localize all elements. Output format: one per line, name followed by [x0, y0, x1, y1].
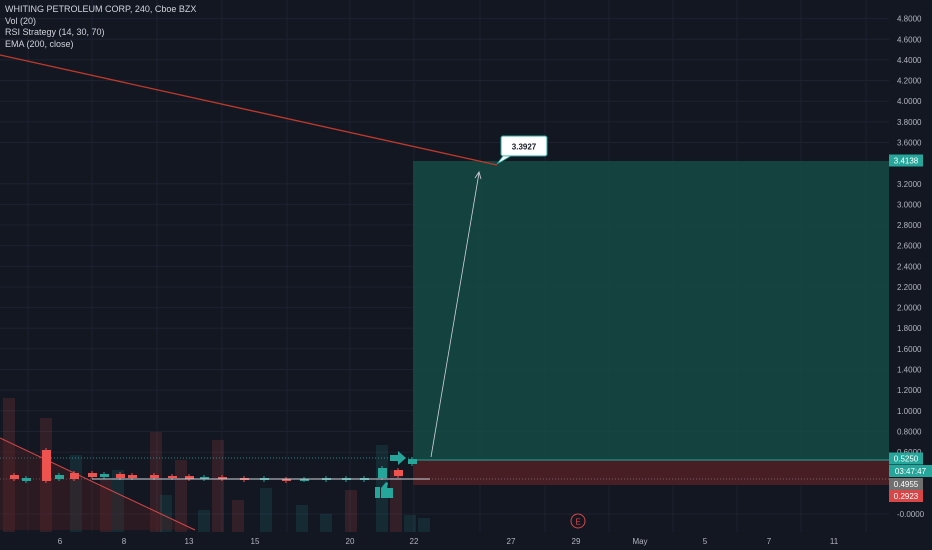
target-price-tag: 3.4138 [889, 154, 923, 167]
countdown-tag: 03:47:47 [889, 465, 932, 477]
price-callout[interactable]: 3.3927 [496, 135, 548, 165]
price-axis-label: 2.6000 [897, 242, 922, 251]
candle [394, 470, 403, 476]
candle [88, 473, 97, 477]
candle [378, 468, 387, 478]
chart-legend: WHITING PETROLEUM CORP, 240, Cboe BZX Vo… [5, 4, 196, 50]
time-axis-label: 22 [410, 537, 419, 546]
volume-bar [212, 440, 224, 532]
arrow-right-icon[interactable] [390, 451, 406, 465]
volume-bar [345, 490, 357, 532]
price-axis-label: 4.0000 [897, 97, 922, 106]
callout-text: 3.3927 [512, 143, 537, 152]
candle [128, 475, 137, 478]
stop-price-tag: 0.2923 [889, 490, 923, 502]
candle [150, 475, 159, 478]
price-axis-label: 2.0000 [897, 304, 922, 313]
time-axis-label: 8 [122, 537, 127, 546]
volume-bar [232, 500, 244, 532]
candle [168, 476, 177, 478]
time-axis[interactable]: 6 8 13 15 20 22 27 29 May 5 7 11 [58, 537, 839, 546]
last-price-tag: 0.4955 [889, 478, 923, 490]
price-axis-label: 4.6000 [897, 35, 922, 44]
price-axis-label: 3.2000 [897, 180, 922, 189]
ema-line[interactable] [0, 54, 498, 166]
price-axis-label: 4.2000 [897, 77, 922, 86]
ema-indicator-label[interactable]: EMA (200, close) [5, 39, 196, 51]
candle [70, 473, 79, 479]
time-axis-label: 29 [572, 537, 581, 546]
time-axis-label: 15 [251, 537, 260, 546]
price-axis-label: -0.0000 [897, 510, 925, 519]
price-axis[interactable]: 4.8000 4.6000 4.4000 4.2000 4.0000 3.8000 3.60… [897, 15, 925, 519]
svg-text:0.4955: 0.4955 [894, 480, 919, 489]
svg-text:3.4138: 3.4138 [894, 157, 919, 166]
time-axis-label: 7 [767, 537, 772, 546]
volume-bar [260, 488, 272, 532]
price-axis-label: 0.8000 [897, 427, 922, 436]
chart-canvas[interactable]: 3.3927 E 4.8000 4.6000 4.4000 4.2000 4.0000 3… [0, 0, 932, 550]
strategy-indicator-label[interactable]: RSI Strategy (14, 30, 70) [5, 27, 196, 39]
price-axis-label: 4.8000 [897, 15, 922, 24]
price-axis-label: 1.0000 [897, 407, 922, 416]
price-axis-label: 1.6000 [897, 345, 922, 354]
candle [10, 475, 19, 479]
candle [55, 475, 64, 479]
candle [408, 459, 417, 464]
candle [116, 474, 125, 478]
price-axis-label: 2.8000 [897, 221, 922, 230]
svg-text:0.5250: 0.5250 [894, 455, 919, 464]
earnings-icon[interactable]: E [570, 513, 586, 529]
entry-price-tag: 0.5250 [889, 452, 923, 465]
svg-text:0.2923: 0.2923 [894, 492, 919, 501]
time-axis-label: 11 [830, 537, 839, 546]
time-axis-label: 27 [507, 537, 516, 546]
volume-bar [198, 510, 210, 532]
time-axis-label: May [632, 537, 647, 546]
candle [22, 478, 31, 481]
candle [100, 474, 109, 477]
volume-indicator-label[interactable]: Vol (20) [5, 16, 196, 28]
volume-bar [296, 505, 308, 532]
volume-bar [418, 518, 430, 532]
price-axis-label: 1.4000 [897, 366, 922, 375]
stop-zone[interactable] [413, 460, 889, 485]
time-axis-label: 5 [703, 537, 708, 546]
time-axis-label: 20 [346, 537, 355, 546]
time-axis-label: 6 [58, 537, 63, 546]
time-axis-label: 13 [185, 537, 194, 546]
price-axis-label: 1.2000 [897, 386, 922, 395]
price-axis-label: 3.8000 [897, 118, 922, 127]
target-zone[interactable] [413, 161, 889, 460]
volume-bar [320, 514, 332, 532]
price-axis-label: 3.0000 [897, 200, 922, 209]
symbol-title[interactable]: WHITING PETROLEUM CORP, 240, Cboe BZX [5, 4, 196, 16]
candle [42, 450, 51, 481]
price-axis-label: 2.2000 [897, 283, 922, 292]
svg-text:E: E [575, 518, 580, 527]
price-axis-label: 3.6000 [897, 138, 922, 147]
volume-bar [404, 515, 416, 532]
price-axis-label: 2.4000 [897, 262, 922, 271]
price-axis-label: 1.8000 [897, 324, 922, 333]
price-axis-label: 4.4000 [897, 56, 922, 65]
svg-text:03:47:47: 03:47:47 [895, 467, 927, 476]
